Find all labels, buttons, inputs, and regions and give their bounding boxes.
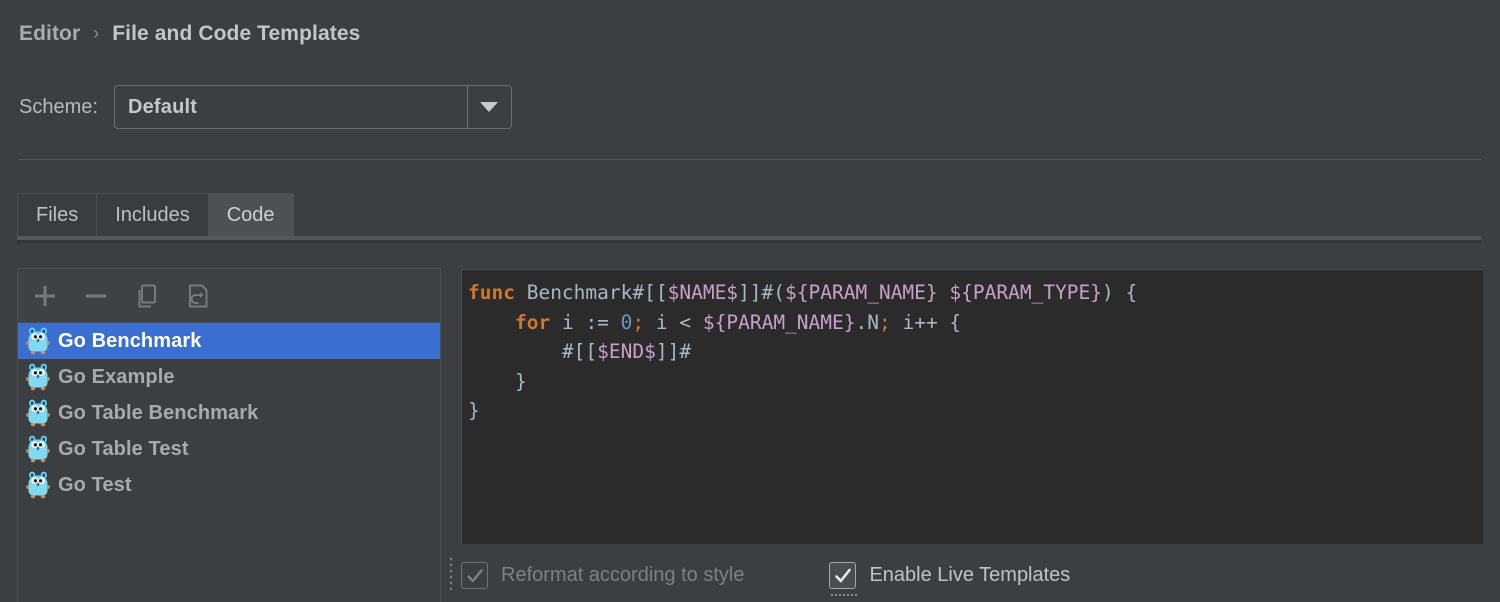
reformat-checkbox-label: Reformat according to style	[501, 564, 745, 586]
duplicate-template-button[interactable]	[132, 281, 162, 311]
go-gopher-icon	[26, 327, 50, 355]
plus-icon	[35, 285, 55, 306]
live-templates-checkbox[interactable]	[829, 562, 857, 589]
template-list-panel: Go Benchmark Go Example Go Table Benchma…	[17, 268, 441, 602]
tab-files[interactable]: Files	[17, 193, 98, 237]
list-item[interactable]: Go Example	[18, 359, 440, 395]
list-item[interactable]: Go Benchmark	[18, 323, 440, 359]
go-gopher-icon	[26, 435, 50, 463]
reformat-checkbox[interactable]	[461, 562, 488, 589]
tabs-underline-shadow	[17, 240, 1481, 243]
template-list-toolbar	[18, 269, 440, 323]
copy-icon	[138, 284, 156, 307]
code-content: func Benchmark#[[$NAME$]]#(${PARAM_NAME}…	[468, 278, 1483, 426]
breadcrumb-parent[interactable]: Editor	[19, 22, 80, 45]
reset-icon	[189, 284, 208, 307]
settings-page: Editor › File and Code Templates Scheme:…	[0, 0, 1500, 602]
scheme-label: Scheme:	[19, 95, 98, 118]
live-templates-checkbox-group[interactable]: Enable Live Templates	[829, 562, 1071, 598]
tab-includes-label: Includes	[115, 204, 190, 226]
checkmark-icon	[466, 568, 483, 582]
chevron-down-icon	[480, 102, 499, 112]
minus-icon	[86, 294, 106, 297]
go-gopher-icon	[26, 363, 50, 391]
code-line: func Benchmark#[[$NAME$]]#(${PARAM_NAME}…	[468, 281, 1138, 304]
scheme-selected-value[interactable]: Default	[115, 86, 467, 128]
tab-code[interactable]: Code	[207, 193, 294, 237]
scheme-combobox[interactable]: Default	[113, 85, 512, 129]
list-item[interactable]: Go Table Test	[18, 431, 440, 467]
reformat-checkbox-group[interactable]: Reformat according to style	[461, 562, 744, 589]
list-item-label: Go Example	[58, 365, 175, 388]
code-line: }	[468, 369, 527, 393]
tab-includes[interactable]: Includes	[96, 193, 209, 237]
remove-template-button[interactable]	[81, 281, 111, 311]
breadcrumb-current: File and Code Templates	[112, 22, 361, 45]
list-item[interactable]: Go Table Benchmark	[18, 395, 440, 431]
list-item-label: Go Benchmark	[58, 329, 202, 352]
list-item-label: Go Test	[58, 473, 132, 496]
list-item-label: Go Table Benchmark	[58, 401, 259, 424]
reset-template-button[interactable]	[183, 281, 213, 311]
template-code-editor[interactable]: func Benchmark#[[$NAME$]]#(${PARAM_NAME}…	[461, 269, 1483, 544]
section-divider	[19, 159, 1481, 160]
tab-code-label: Code	[226, 204, 275, 226]
code-line: }	[468, 399, 480, 422]
tab-files-label: Files	[36, 204, 79, 226]
live-templates-checkbox-label: Enable Live Templates	[869, 564, 1071, 586]
go-gopher-icon	[26, 399, 50, 427]
list-item-label: Go Table Test	[58, 437, 189, 460]
template-list[interactable]: Go Benchmark Go Example Go Table Benchma…	[18, 323, 440, 602]
breadcrumb-separator-icon: ›	[93, 23, 100, 43]
code-line: #[[$END$]]#	[468, 340, 692, 363]
panel-splitter[interactable]	[443, 268, 461, 602]
focus-indicator	[830, 593, 858, 598]
list-item[interactable]: Go Test	[18, 467, 440, 503]
code-line: for i := 0; i < ${PARAM_NAME}.N; i++ {	[514, 310, 962, 334]
splitter-grip-icon[interactable]	[449, 556, 454, 590]
breadcrumb: Editor › File and Code Templates	[19, 22, 360, 46]
checkmark-icon	[835, 568, 851, 582]
scheme-row: Scheme: Default	[19, 85, 512, 129]
editor-options-row: Reformat according to style Enable Live …	[461, 549, 1483, 602]
scheme-dropdown-button[interactable]	[466, 86, 511, 128]
template-tabs: Files Includes Code	[17, 192, 294, 237]
go-gopher-icon	[26, 471, 50, 499]
add-template-button[interactable]	[30, 281, 60, 311]
